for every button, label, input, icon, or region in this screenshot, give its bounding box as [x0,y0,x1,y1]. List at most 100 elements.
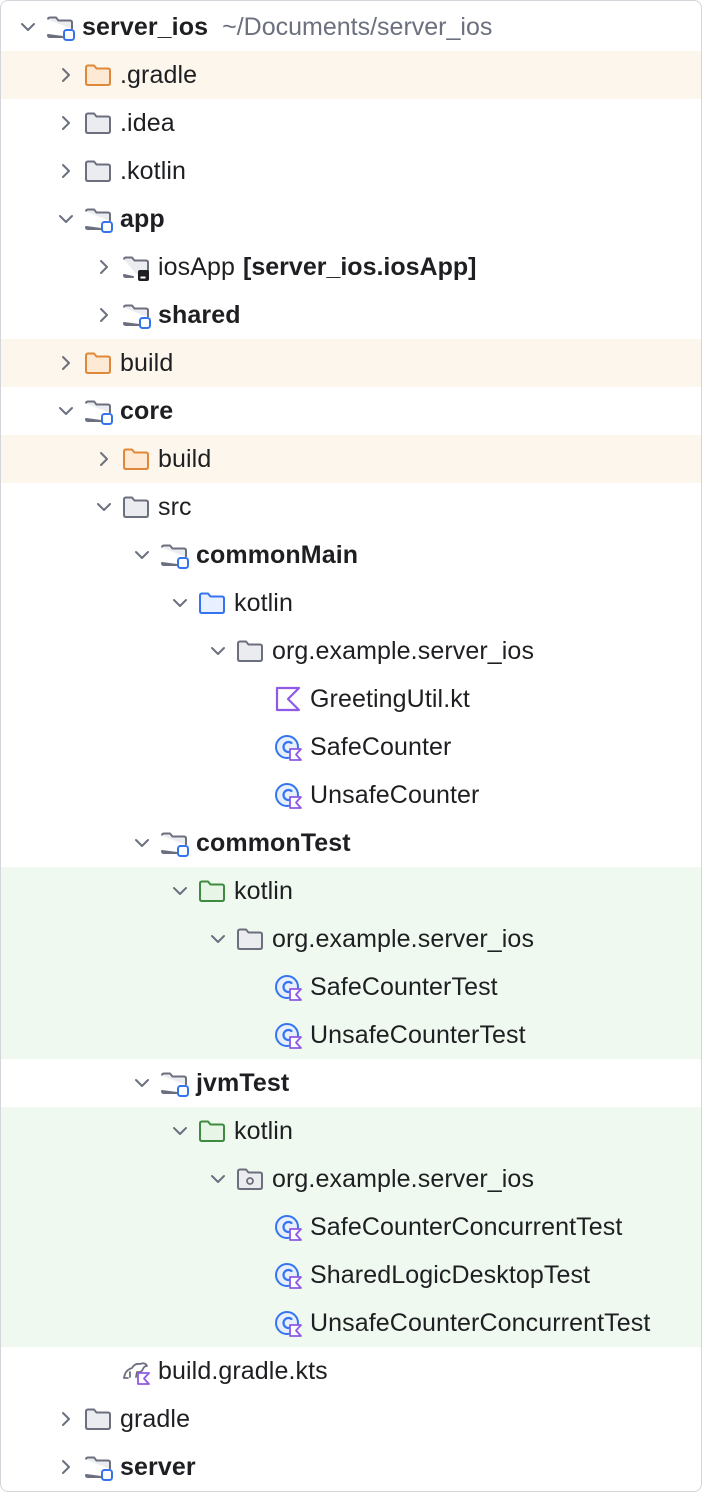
chevron-down-icon[interactable] [50,195,82,243]
tree-row-jvmtest[interactable]: jvmTest [1,1059,701,1107]
tree-row-iosapp[interactable]: iosApp [server_ios.iosApp] [1,243,701,291]
tree-row-label: app [120,204,165,233]
module-folder-icon [158,1067,190,1099]
excluded-folder-icon [82,59,114,91]
tree-row-src[interactable]: src [1,483,701,531]
tree-row-server[interactable]: server [1,1443,701,1491]
chevron-right-icon[interactable] [50,99,82,147]
project-path-hint: ~/Documents/server_ios [222,12,493,41]
folder-icon [82,107,114,139]
chevron-down-icon[interactable] [202,1155,234,1203]
tree-row-label: SafeCounterConcurrentTest [310,1212,623,1241]
tree-row-kotlin[interactable]: .kotlin [1,147,701,195]
tree-row-label: server_ios [82,12,209,41]
kotlin-file-icon [272,683,304,715]
tree-row-idea[interactable]: .idea [1,99,701,147]
chevron-right-icon[interactable] [50,147,82,195]
chevron-down-icon[interactable] [88,483,120,531]
tree-row-org-example-server-ios[interactable]: org.example.server_ios [1,1155,701,1203]
tree-row-org-example-server-ios[interactable]: org.example.server_ios [1,915,701,963]
tree-row-gradle[interactable]: .gradle [1,51,701,99]
tree-row-safecounter[interactable]: SafeCounter [1,723,701,771]
chevron-down-icon[interactable] [126,819,158,867]
tree-row-label: SafeCounterTest [310,972,498,1001]
chevron-right-icon[interactable] [50,339,82,387]
chevron-down-icon[interactable] [164,867,196,915]
tree-row-label: .gradle [120,60,198,89]
tree-row-label: core [120,396,174,425]
chevron-right-icon[interactable] [50,1443,82,1491]
kotlin-class-icon [272,1019,304,1051]
test-folder-icon [196,1115,228,1147]
chevron-down-icon[interactable] [126,531,158,579]
tree-row-safecountertest[interactable]: SafeCounterTest [1,963,701,1011]
tree-row-shared[interactable]: shared [1,291,701,339]
tree-row-label: kotlin [234,588,293,617]
tree-row-label: org.example.server_ios [272,924,535,953]
chevron-down-icon[interactable] [164,1107,196,1155]
tree-row-label: org.example.server_ios [272,636,535,665]
tree-row-label: kotlin [234,1116,293,1145]
excluded-folder-icon [82,347,114,379]
folder-icon [82,1403,114,1435]
chevron-down-icon[interactable] [50,387,82,435]
chevron-down-icon[interactable] [126,1059,158,1107]
chevron-right-icon[interactable] [50,1395,82,1443]
tree-row-commontest[interactable]: commonTest [1,819,701,867]
package-folder-icon [234,923,266,955]
chevron-down-icon[interactable] [202,627,234,675]
tree-row-kotlin[interactable]: kotlin [1,579,701,627]
source-folder-icon [196,587,228,619]
tree-row-commonmain[interactable]: commonMain [1,531,701,579]
tree-row-build[interactable]: build [1,339,701,387]
tree-row-server-ios[interactable]: server_ios ~/Documents/server_ios [1,3,701,51]
tree-row-unsafecountertest[interactable]: UnsafeCounterTest [1,1011,701,1059]
tree-row-kotlin[interactable]: kotlin [1,867,701,915]
gradle-kts-file-icon [120,1355,152,1387]
tree-row-kotlin[interactable]: kotlin [1,1107,701,1155]
chevron-right-icon[interactable] [88,243,120,291]
project-tree: server_ios ~/Documents/server_ios .gradle.… [1,3,701,1491]
folder-icon [120,491,152,523]
kotlin-class-icon [272,1307,304,1339]
package-folder-icon [234,635,266,667]
chevron-right-icon[interactable] [88,435,120,483]
tree-row-app[interactable]: app [1,195,701,243]
tree-row-label: kotlin [234,876,293,905]
tree-row-unsafecounter[interactable]: UnsafeCounter [1,771,701,819]
tree-row-build[interactable]: build [1,435,701,483]
tree-row-label: UnsafeCounter [310,780,480,809]
tree-row-label: commonMain [196,540,359,569]
tree-row-core[interactable]: core [1,387,701,435]
tree-row-build-gradle-kts[interactable]: build.gradle.kts [1,1347,701,1395]
tree-row-label: shared [158,300,241,329]
tree-row-label: iosApp [158,252,236,281]
tree-row-safecounterconcurrenttest[interactable]: SafeCounterConcurrentTest [1,1203,701,1251]
tree-row-label: src [158,492,192,521]
module-folder-icon [44,11,76,43]
tree-row-label: server [120,1452,196,1481]
tree-row-label: gradle [120,1404,191,1433]
tree-row-label: SharedLogicDesktopTest [310,1260,591,1289]
tree-row-label: .kotlin [120,156,187,185]
tree-row-gradle[interactable]: gradle [1,1395,701,1443]
tree-row-label: UnsafeCounterConcurrentTest [310,1308,651,1337]
tree-row-label: GreetingUtil.kt [310,684,470,713]
module-folder-icon [82,203,114,235]
tree-row-label: UnsafeCounterTest [310,1020,526,1049]
tree-row-label: build [158,444,212,473]
kotlin-class-icon [272,1211,304,1243]
tree-row-greetingutil-kt[interactable]: GreetingUtil.kt [1,675,701,723]
chevron-right-icon[interactable] [88,291,120,339]
kotlin-class-icon [272,731,304,763]
chevron-down-icon[interactable] [202,915,234,963]
chevron-down-icon[interactable] [12,3,44,51]
tree-row-unsafecounterconcurrenttest[interactable]: UnsafeCounterConcurrentTest [1,1299,701,1347]
tree-row-label: build.gradle.kts [158,1356,328,1385]
tree-row-sharedlogicdesktoptest[interactable]: SharedLogicDesktopTest [1,1251,701,1299]
kotlin-class-icon [272,779,304,811]
chevron-down-icon[interactable] [164,579,196,627]
tree-row-label: build [120,348,174,377]
tree-row-org-example-server-ios[interactable]: org.example.server_ios [1,627,701,675]
chevron-right-icon[interactable] [50,51,82,99]
